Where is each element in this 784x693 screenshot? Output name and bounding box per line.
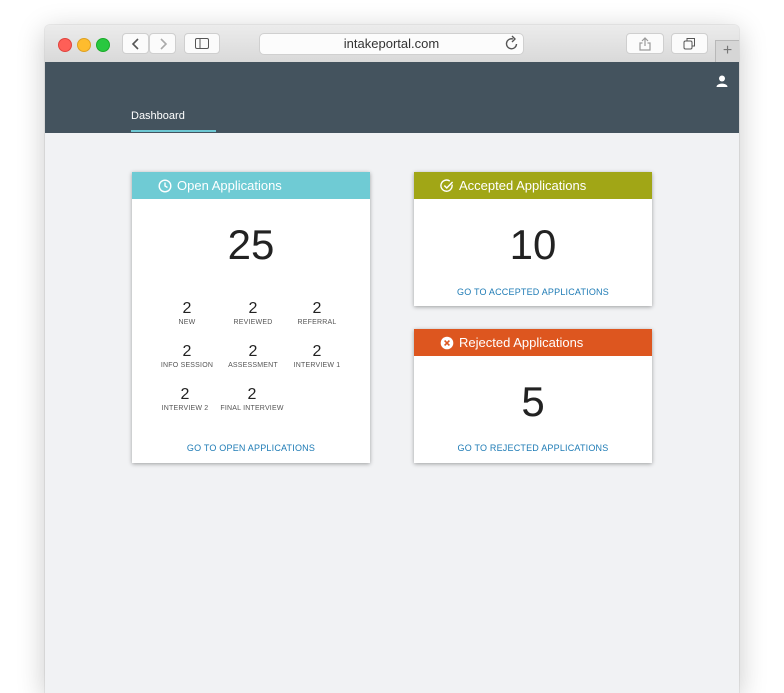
check-circle-icon — [440, 178, 454, 193]
tab-dashboard[interactable]: Dashboard — [131, 110, 185, 122]
go-to-rejected-applications-link[interactable]: GO TO REJECTED APPLICATIONS — [414, 443, 652, 453]
active-tab-indicator — [131, 130, 216, 132]
chevron-left-icon — [131, 37, 139, 50]
sidebar-icon — [195, 38, 209, 49]
new-tab-button[interactable]: + — [715, 40, 739, 62]
url-text: intakeportal.com — [343, 36, 440, 51]
stat-referral: 2 REFERRAL — [277, 300, 357, 327]
stat-label: FINAL INTERVIEW — [220, 405, 284, 412]
stat-final-interview: 2 FINAL INTERVIEW — [212, 386, 292, 413]
browser-window: intakeportal.com + Dashboard Open Applic… — [45, 25, 739, 693]
back-button[interactable] — [122, 33, 149, 54]
accepted-applications-count: 10 — [509, 221, 557, 268]
sidebar-toggle-button[interactable] — [184, 33, 220, 54]
tabs-overview-button[interactable] — [671, 33, 708, 54]
share-icon — [639, 36, 651, 51]
tabs-icon — [683, 38, 695, 50]
stat-value: 2 — [312, 343, 322, 360]
stat-value: 2 — [247, 386, 257, 403]
close-window-button[interactable] — [58, 38, 72, 52]
stat-value: 2 — [312, 300, 322, 317]
accepted-applications-card: Accepted Applications 10 GO TO ACCEPTED … — [414, 172, 652, 306]
open-applications-header: Open Applications — [132, 172, 370, 199]
address-bar[interactable]: intakeportal.com — [259, 33, 524, 55]
stat-interview-1: 2 INTERVIEW 1 — [277, 343, 357, 370]
forward-button[interactable] — [149, 33, 176, 54]
zoom-window-button[interactable] — [96, 38, 110, 52]
accepted-applications-header: Accepted Applications — [414, 172, 652, 199]
rejected-applications-header: Rejected Applications — [414, 329, 652, 356]
open-applications-title: Open Applications — [177, 178, 282, 193]
minimize-window-button[interactable] — [77, 38, 91, 52]
x-circle-icon — [440, 336, 454, 350]
rejected-applications-card: Rejected Applications 5 GO TO REJECTED A… — [414, 329, 652, 463]
app-header: Dashboard — [45, 62, 739, 133]
reload-icon[interactable] — [505, 35, 519, 51]
browser-toolbar: intakeportal.com + — [45, 25, 739, 63]
chevron-right-icon — [159, 37, 167, 50]
go-to-accepted-applications-link[interactable]: GO TO ACCEPTED APPLICATIONS — [414, 287, 652, 297]
open-applications-card: Open Applications 25 2 NEW 2 REVIEWED 2 … — [132, 172, 370, 463]
rejected-applications-count: 5 — [521, 378, 545, 425]
open-applications-count: 25 — [227, 221, 275, 268]
accepted-applications-title: Accepted Applications — [459, 178, 587, 193]
share-button[interactable] — [626, 33, 664, 54]
user-icon[interactable] — [716, 75, 728, 87]
stat-label: INTERVIEW 1 — [293, 362, 341, 369]
rejected-applications-title: Rejected Applications — [459, 335, 584, 350]
go-to-open-applications-link[interactable]: GO TO OPEN APPLICATIONS — [132, 443, 370, 453]
stat-label: REFERRAL — [297, 319, 337, 326]
clock-icon — [158, 178, 172, 193]
